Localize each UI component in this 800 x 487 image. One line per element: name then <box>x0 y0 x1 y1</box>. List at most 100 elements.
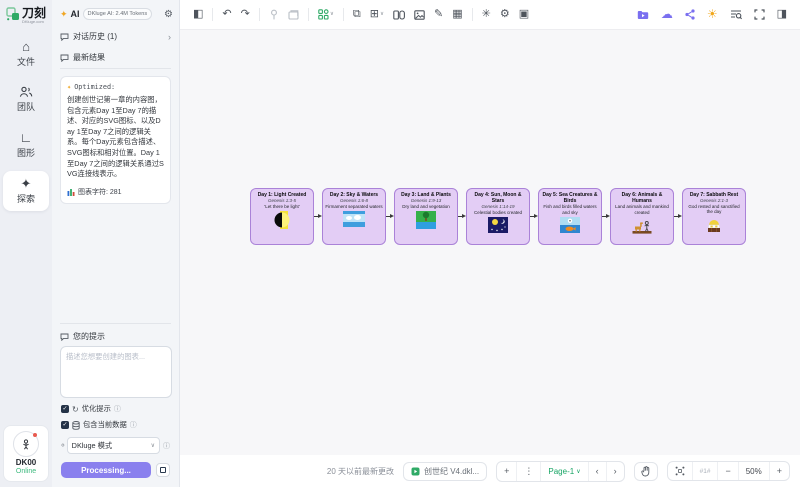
zoom-fit-button[interactable] <box>668 462 692 480</box>
zoom-out-button[interactable]: − <box>717 462 737 480</box>
pan-tool-button[interactable] <box>634 462 658 481</box>
frame-select-button[interactable]: ▣ <box>519 9 529 20</box>
info-icon[interactable]: ⓘ <box>163 441 170 451</box>
node-day6[interactable]: Day 6: Animals & Humans Land animals and… <box>610 188 674 245</box>
last-modified-text: 20 天以前最新更改 <box>327 466 394 477</box>
zoom-in-button[interactable]: + <box>769 462 789 480</box>
table-icon: ⊞ <box>370 9 379 20</box>
node-day7[interactable]: Day 7: Sabbath Rest Genesis 2:1-3 God re… <box>682 188 746 245</box>
sidebar-item-files[interactable]: ⌂ 文件 <box>3 34 49 74</box>
add-page-button[interactable]: + <box>497 462 516 481</box>
next-page-button[interactable]: › <box>606 462 624 481</box>
gear-icon: ⚙ <box>500 9 510 20</box>
cloud-sync-button[interactable]: ☁ <box>661 9 673 20</box>
user-name: DK00 <box>16 458 36 467</box>
latest-result-card: ✦ Optimized: 创建创世记第一章的内容图，包含元素Day 1至Day … <box>60 76 171 204</box>
undo-icon: ↶ <box>222 9 231 20</box>
node-day2[interactable]: Day 2: Sky & Waters Genesis 1:6-8 Firmam… <box>322 188 386 245</box>
app-logo[interactable]: 刀刻 DKluge.com <box>6 7 46 24</box>
redo-icon: ↷ <box>241 9 250 20</box>
chat-bubble-icon <box>60 333 69 341</box>
divider <box>343 8 344 21</box>
shapes-corner-icon: ∟ <box>20 131 33 144</box>
table-button[interactable]: ⊞ ∨ <box>370 9 384 20</box>
search-list-button[interactable] <box>730 9 742 20</box>
sidebar-item-shapes[interactable]: ∟ 图形 <box>3 125 49 165</box>
node-day4[interactable]: Day 4: Sun, Moon & Stars Genesis 1:14-19… <box>466 188 530 245</box>
component-button[interactable] <box>393 10 405 20</box>
mode-select[interactable]: DKluge 模式 ∨ <box>67 437 160 454</box>
zoom-level[interactable]: 50% <box>738 462 769 480</box>
chevron-down-icon: ∨ <box>576 468 580 475</box>
magic-tools-button[interactable]: ✳ <box>482 9 491 20</box>
toggle-left-panel-button[interactable]: ◧ <box>193 9 203 20</box>
info-icon[interactable]: ⓘ <box>114 404 121 414</box>
divider <box>60 68 171 69</box>
theme-toggle-button[interactable]: ☀ <box>707 9 718 20</box>
node-day3[interactable]: Day 3: Land & Plants Genesis 1:9-13 Dry … <box>394 188 458 245</box>
undo-button[interactable]: ↶ <box>222 9 231 20</box>
frame-icon <box>288 10 299 20</box>
diagram-canvas[interactable]: Day 1: Light Created Genesis 1:3-5 'Let … <box>180 30 800 455</box>
pin-icon <box>269 9 279 20</box>
node-day1[interactable]: Day 1: Light Created Genesis 1:3-5 'Let … <box>250 188 314 245</box>
notification-dot <box>33 433 37 437</box>
processing-button[interactable]: Processing... <box>61 462 151 478</box>
sidebar-item-explore[interactable]: ✦ 探索 <box>3 171 49 211</box>
ai-settings-gear-icon[interactable]: ⚙ <box>164 9 173 20</box>
day3-land-icon <box>416 211 436 229</box>
chevron-down-icon: ∨ <box>151 442 155 449</box>
optimize-prompt-option: ✓ ↻ 优化提示 ⓘ <box>61 404 170 414</box>
file-chip[interactable]: 创世纪 V4.dkl... <box>403 462 487 481</box>
avatar-figure-icon <box>19 437 33 451</box>
fullscreen-icon <box>754 9 765 20</box>
image-button[interactable] <box>414 10 425 20</box>
share-button[interactable] <box>685 9 695 20</box>
pencil-button[interactable]: ✎ <box>434 9 443 20</box>
database-icon <box>72 421 80 430</box>
include-data-checkbox[interactable]: ✓ <box>61 421 69 429</box>
columns-button[interactable]: ▦ <box>452 9 462 20</box>
frame-export-button[interactable] <box>288 10 299 20</box>
fullscreen-button[interactable] <box>754 9 765 20</box>
user-card[interactable]: DK00 Online <box>3 425 49 482</box>
conversation-history-row[interactable]: 对话历史 (1) › <box>52 26 179 47</box>
info-icon[interactable]: ⓘ <box>130 420 137 430</box>
kebab-icon: ⋮ <box>524 466 533 477</box>
prompt-input[interactable] <box>60 346 172 398</box>
shapes-icon: ⧉ <box>353 9 361 20</box>
pin-button[interactable] <box>269 9 279 20</box>
settings-button[interactable]: ⚙ <box>500 9 510 20</box>
logo-icon <box>6 7 20 22</box>
page-selector[interactable]: Page-1 ∨ <box>540 462 587 481</box>
toggle-right-panel-button[interactable]: ◨ <box>777 9 787 20</box>
folder-play-icon <box>637 10 649 20</box>
flow-arrow <box>602 213 610 220</box>
node-day5[interactable]: Day 5: Sea Creatures & Birds Fish and bi… <box>538 188 602 245</box>
page-menu-button[interactable]: ⋮ <box>516 462 540 481</box>
chevron-right-icon: › <box>614 466 617 476</box>
mode-row: ‹› DKluge 模式 ∨ ⓘ <box>61 437 170 454</box>
plus-icon: + <box>504 466 509 476</box>
flow-arrow <box>386 213 394 220</box>
day7-sabbath-icon <box>705 217 723 233</box>
layout-grid-button[interactable]: ∨ <box>318 9 334 20</box>
logo-title: 刀刻 <box>22 7 46 19</box>
redo-button[interactable]: ↷ <box>241 9 250 20</box>
day5-sea-icon <box>560 217 580 233</box>
shapes-button[interactable]: ⧉ <box>353 9 361 20</box>
magic-asterisk-icon: ✳ <box>482 9 491 20</box>
sidebar-item-team[interactable]: 团队 <box>3 80 49 119</box>
toolbar-right-group: ☁ ☀ ◨ <box>637 9 787 20</box>
ai-panel: ✦ AI DKluge AI: 2.4M Tokens ⚙ 对话历史 (1) ›… <box>52 0 180 487</box>
sparkle-icon: ✦ <box>21 177 32 190</box>
optimize-checkbox[interactable]: ✓ <box>61 405 69 413</box>
prev-page-button[interactable]: ‹ <box>588 462 606 481</box>
divider <box>472 8 473 21</box>
stop-button[interactable] <box>156 463 170 477</box>
divider <box>60 323 171 324</box>
present-button[interactable] <box>637 10 649 20</box>
submit-row: Processing... <box>61 462 170 478</box>
zoom-hint: #1# <box>692 462 718 480</box>
flow-arrow <box>674 213 682 220</box>
